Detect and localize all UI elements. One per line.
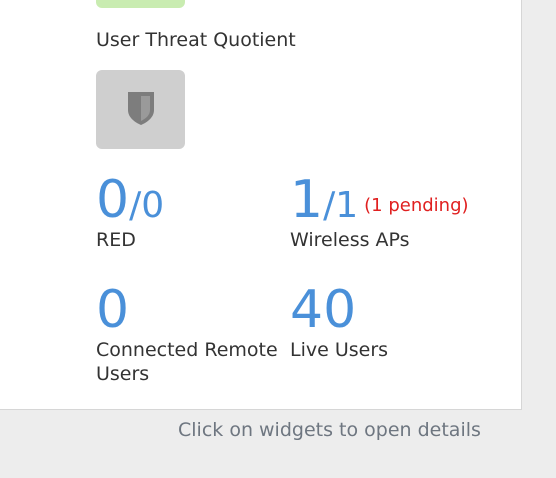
wireless-value: 1 bbox=[290, 170, 324, 230]
red-total: /0 bbox=[129, 185, 165, 226]
red-count: 0/0 bbox=[96, 174, 164, 226]
remote-label: Connected Remote Users bbox=[96, 339, 278, 385]
wireless-pending-badge: (1 pending) bbox=[364, 195, 469, 216]
widgets-hint: Click on widgets to open details bbox=[178, 419, 481, 441]
live-count: 40 bbox=[290, 284, 388, 336]
red-widget[interactable]: 0/0 RED bbox=[96, 174, 164, 252]
red-value: 0 bbox=[96, 170, 130, 230]
wireless-aps-widget[interactable]: 1/1 (1 pending) Wireless APs bbox=[290, 174, 469, 252]
utq-widget-tile[interactable] bbox=[96, 0, 185, 8]
shield-icon bbox=[126, 90, 156, 130]
wireless-label: Wireless APs bbox=[290, 229, 410, 251]
live-users-widget[interactable]: 40 Live Users bbox=[290, 284, 388, 362]
remote-count: 0 bbox=[96, 284, 286, 336]
red-label: RED bbox=[96, 229, 136, 251]
shield-widget-tile[interactable] bbox=[96, 70, 185, 149]
dashboard-panel: User Threat Quotient 0/0 RED 1/1 (1 pendi… bbox=[0, 0, 522, 410]
remote-value: 0 bbox=[96, 280, 130, 340]
wireless-count: 1/1 (1 pending) bbox=[290, 174, 469, 226]
live-value: 40 bbox=[290, 280, 357, 340]
utq-label: User Threat Quotient bbox=[96, 29, 296, 51]
live-label: Live Users bbox=[290, 339, 389, 361]
remote-users-widget[interactable]: 0 Connected Remote Users bbox=[96, 284, 286, 386]
wireless-total: /1 bbox=[323, 185, 359, 226]
